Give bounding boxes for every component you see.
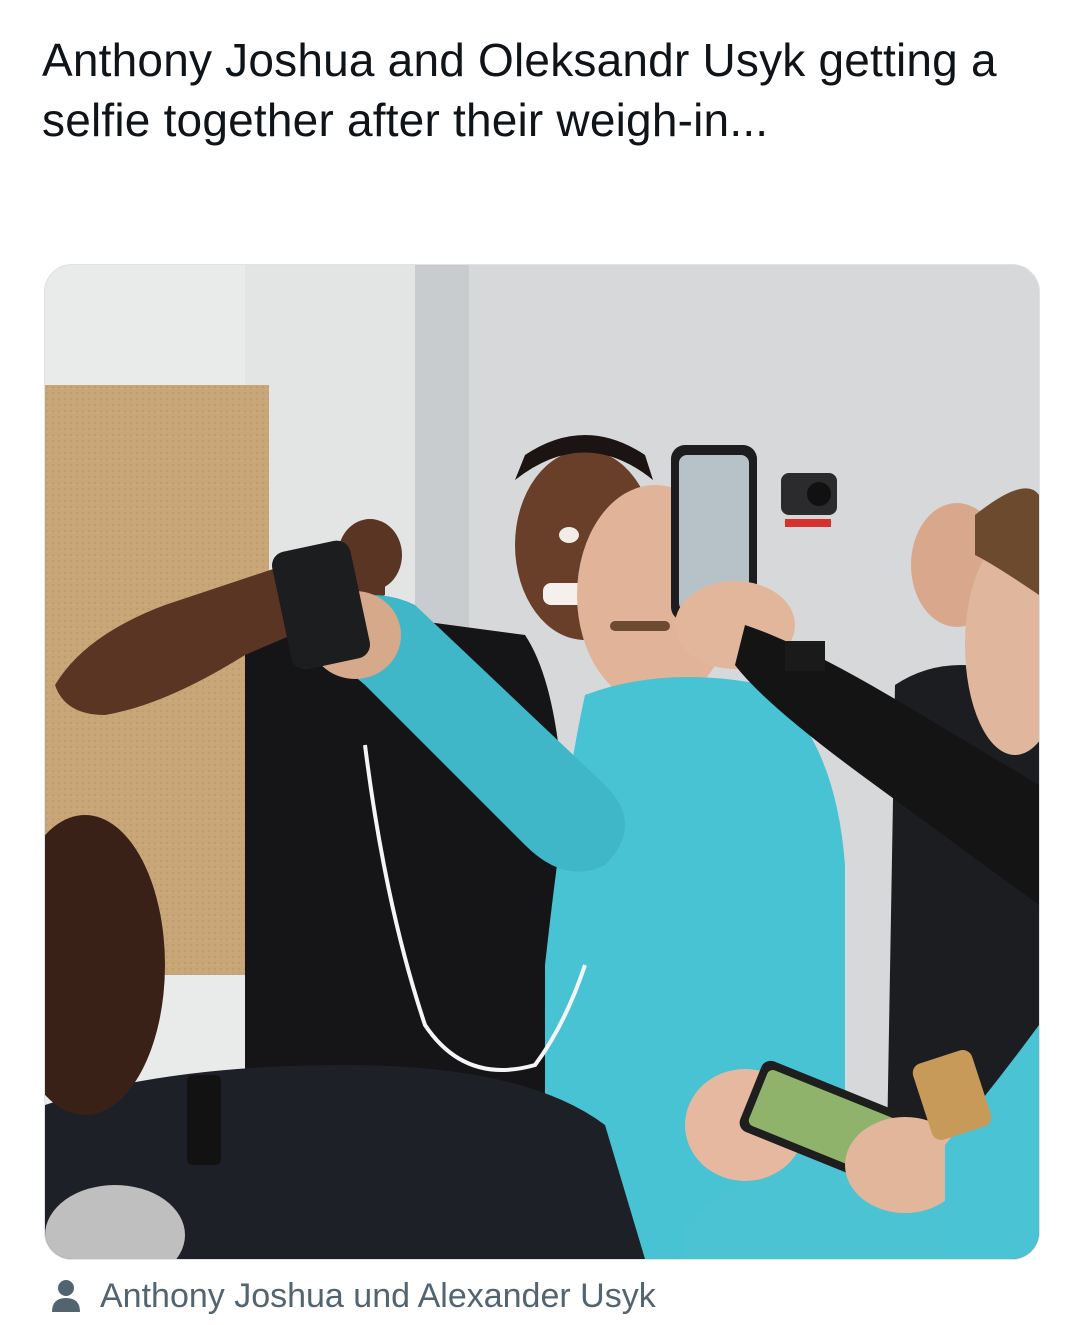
tagged-people-row[interactable]: Anthony Joshua und Alexander Usyk [50,1270,656,1322]
person-icon [50,1278,82,1314]
selfie-photo-illustration [45,265,1039,1259]
tagged-people-label: Anthony Joshua und Alexander Usyk [100,1277,656,1315]
tweet-photo[interactable] [44,264,1040,1260]
tweet-text: Anthony Joshua and Oleksandr Usyk gettin… [42,34,997,146]
